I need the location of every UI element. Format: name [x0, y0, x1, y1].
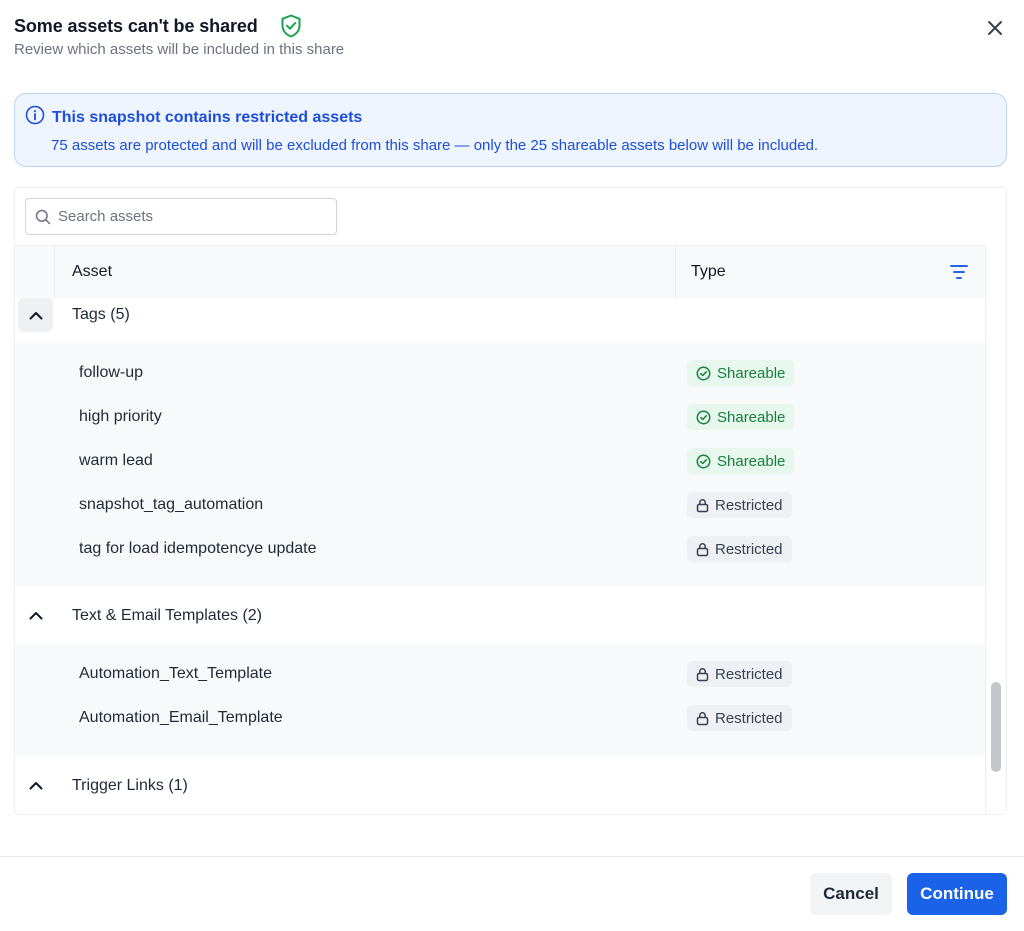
status-badge: Restricted	[687, 661, 792, 687]
check-circle-icon	[696, 366, 711, 380]
close-button[interactable]	[980, 15, 1010, 41]
search-icon	[35, 209, 51, 224]
header-expand-column	[15, 246, 55, 299]
restricted-assets-alert: This snapshot contains restricted assets…	[14, 93, 1007, 167]
lock-icon	[696, 498, 709, 512]
continue-button[interactable]: Continue	[907, 873, 1007, 915]
table-row[interactable]: snapshot_tag_automation Restricted	[15, 483, 985, 527]
table-body: Tags (5) follow-up Shareable high priori…	[15, 298, 985, 815]
asset-name: warm lead	[79, 452, 153, 469]
footer-divider	[0, 856, 1024, 857]
status-badge: Restricted	[687, 536, 792, 562]
table-row[interactable]: Automation_Text_Template Restricted	[15, 652, 985, 696]
group-row-templates[interactable]: Text & Email Templates (2)	[15, 586, 985, 644]
check-circle-icon	[696, 454, 711, 468]
check-circle-icon	[696, 410, 711, 424]
filter-icon[interactable]	[949, 263, 969, 281]
asset-name: tag for load idempotencye update	[79, 540, 317, 557]
lock-icon	[696, 711, 709, 725]
info-icon	[25, 105, 45, 130]
chevron-up-icon[interactable]	[18, 598, 53, 632]
group-items-tags: follow-up Shareable high priority Sharea…	[15, 343, 985, 586]
asset-name: high priority	[79, 408, 162, 425]
scrollbar[interactable]	[985, 245, 1006, 814]
dialog-subtitle: Review which assets will be included in …	[14, 41, 345, 58]
group-row-tags[interactable]: Tags (5)	[15, 298, 985, 343]
column-header-type: Type	[691, 263, 726, 280]
chevron-up-icon[interactable]	[18, 298, 53, 332]
close-icon	[988, 21, 1002, 35]
status-badge: Restricted	[687, 705, 792, 731]
table-row[interactable]: warm lead Shareable	[15, 439, 985, 483]
group-row-trigger-links[interactable]: Trigger Links (1)	[15, 756, 985, 814]
alert-body: 75 assets are protected and will be excl…	[51, 137, 819, 154]
table-row[interactable]: follow-up Shareable	[15, 351, 985, 395]
column-divider	[675, 246, 676, 299]
table-row[interactable]: tag for load idempotencye update Restric…	[15, 527, 985, 571]
asset-name: Automation_Text_Template	[79, 665, 272, 682]
table-row[interactable]: Automation_Email_Template Restricted	[15, 696, 985, 740]
group-items-trigger-links	[15, 814, 985, 815]
asset-name: Automation_Email_Template	[79, 709, 283, 726]
status-badge: Shareable	[687, 360, 795, 386]
status-badge: Restricted	[687, 492, 792, 518]
group-label: Text & Email Templates (2)	[72, 607, 262, 624]
group-label: Trigger Links (1)	[72, 777, 188, 794]
assets-panel: Asset Type Tags (5) follow-up Shareable …	[14, 187, 1007, 815]
search-box	[25, 198, 337, 235]
dialog-title: Some assets can't be shared	[14, 15, 258, 36]
cancel-button[interactable]: Cancel	[810, 873, 892, 915]
status-badge: Shareable	[687, 404, 795, 430]
table-row[interactable]: high priority Shareable	[15, 395, 985, 439]
dialog-header: Some assets can't be shared Review which…	[14, 14, 1010, 64]
status-badge: Shareable	[687, 448, 795, 474]
alert-title: This snapshot contains restricted assets	[52, 108, 363, 126]
group-label: Tags (5)	[72, 306, 130, 323]
lock-icon	[696, 542, 709, 556]
lock-icon	[696, 667, 709, 681]
asset-name: follow-up	[79, 364, 144, 381]
search-input[interactable]	[58, 208, 328, 225]
scrollbar-thumb[interactable]	[991, 682, 1001, 772]
table-header: Asset Type	[15, 245, 985, 299]
group-items-templates: Automation_Text_Template Restricted Auto…	[15, 644, 985, 756]
shield-check-icon	[280, 14, 304, 38]
column-header-asset: Asset	[72, 263, 113, 280]
chevron-up-icon[interactable]	[18, 768, 53, 802]
asset-name: snapshot_tag_automation	[79, 496, 264, 513]
